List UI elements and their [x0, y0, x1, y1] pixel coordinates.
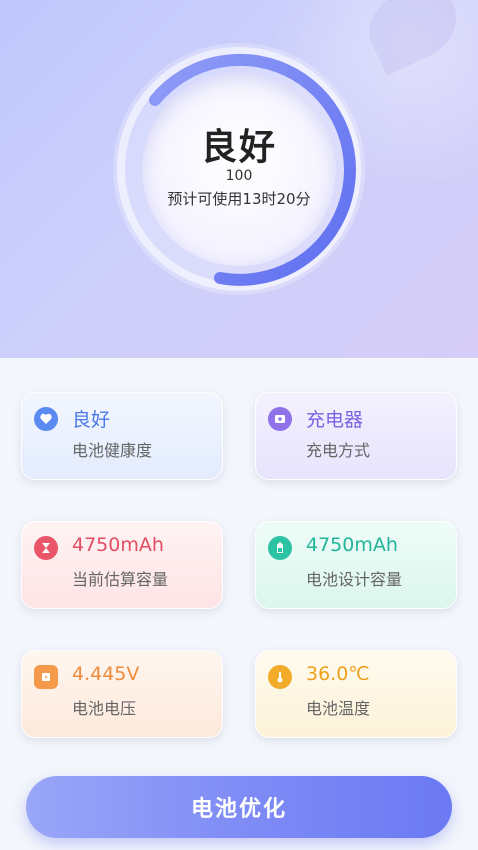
card-label: 电池设计容量	[306, 570, 403, 589]
card-value: 4.445V	[72, 663, 140, 685]
voltage-icon	[34, 665, 58, 689]
remaining-time: 预计可使用13时20分	[167, 190, 311, 208]
battery-icon	[268, 536, 292, 560]
battery-status: 良好	[200, 127, 277, 168]
card-label: 电池温度	[306, 699, 371, 718]
card-charge-method[interactable]: 充电器 充电方式	[255, 392, 457, 480]
card-value: 充电器	[306, 409, 364, 431]
battery-optimize-button[interactable]: 电池优化	[26, 776, 452, 838]
card-value: 良好	[72, 409, 111, 431]
thermometer-icon	[268, 665, 292, 689]
card-value: 4750mAh	[72, 534, 164, 556]
card-label: 当前估算容量	[72, 570, 169, 589]
card-label: 充电方式	[306, 441, 371, 460]
card-design-capacity[interactable]: 4750mAh 电池设计容量	[255, 521, 457, 609]
card-battery-temperature[interactable]: 36.0℃ 电池温度	[255, 650, 457, 738]
hourglass-icon	[34, 536, 58, 560]
card-value: 4750mAh	[306, 534, 398, 556]
heart-icon	[34, 407, 58, 431]
card-battery-health[interactable]: 良好 电池健康度	[21, 392, 223, 480]
card-estimated-capacity[interactable]: 4750mAh 当前估算容量	[21, 521, 223, 609]
card-label: 电池电压	[72, 699, 137, 718]
battery-score: 100	[225, 168, 253, 184]
plus-box-icon	[268, 407, 292, 431]
card-battery-voltage[interactable]: 4.445V 电池电压	[21, 650, 223, 738]
card-value: 36.0℃	[306, 663, 370, 685]
battery-gauge: 良好 100 预计可使用13时20分	[110, 40, 368, 298]
card-label: 电池健康度	[72, 441, 153, 460]
hero-background: 良好 100 预计可使用13时20分	[0, 0, 478, 358]
